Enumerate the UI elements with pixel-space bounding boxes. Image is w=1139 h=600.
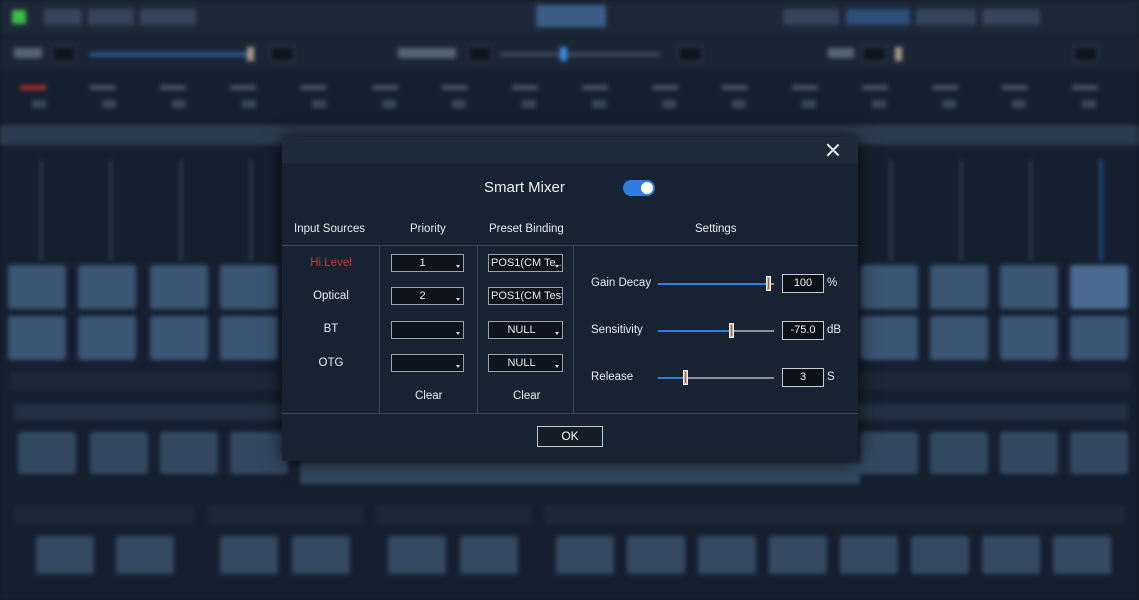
divider [573, 245, 574, 413]
chevron-down-icon [456, 365, 460, 368]
slider-thumb[interactable] [683, 370, 689, 385]
preset-select-optical[interactable]: POS1(CM Test) [488, 287, 563, 305]
divider [477, 245, 478, 413]
slider-thumb[interactable] [728, 323, 734, 338]
preset-select-bt[interactable]: NULL [488, 321, 563, 339]
preset-select-hi-level[interactable]: POS1(CM Te... [488, 254, 563, 272]
toggle-knob [641, 182, 653, 194]
smart-mixer-dialog: Smart Mixer Input Sources Priority Prese… [282, 137, 858, 461]
chevron-down-icon [456, 298, 460, 301]
close-icon[interactable] [824, 141, 842, 159]
dialog-titlebar [282, 137, 858, 163]
slider-fill [658, 377, 686, 379]
preset-value: POS1(CM Test) [491, 290, 563, 302]
release-unit: S [827, 371, 835, 383]
slider-fill [658, 283, 769, 285]
preset-value: POS1(CM Te... [491, 257, 563, 269]
column-header-preset-binding: Preset Binding [489, 223, 564, 235]
release-input[interactable]: 3 [782, 368, 824, 387]
slider-thumb[interactable] [765, 276, 771, 291]
preset-value: NULL [507, 324, 536, 336]
clear-preset-button[interactable]: Clear [513, 390, 540, 402]
background-toolbar [0, 0, 1139, 34]
chevron-down-icon [555, 365, 559, 368]
chevron-down-icon [456, 265, 460, 268]
sensitivity-unit: dB [827, 324, 842, 336]
sensitivity-slider[interactable] [658, 323, 774, 338]
source-label-hi-level: Hi.Level [310, 257, 352, 269]
divider [282, 413, 858, 414]
source-label-otg: OTG [318, 357, 344, 369]
priority-select-hi-level[interactable]: 1 [391, 254, 464, 272]
ok-button[interactable]: OK [537, 426, 603, 447]
gain-decay-unit: % [827, 277, 838, 289]
gain-decay-slider[interactable] [658, 276, 774, 291]
gain-decay-label: Gain Decay [591, 277, 652, 289]
column-header-input-sources: Input Sources [294, 223, 365, 235]
divider [282, 245, 858, 246]
release-slider[interactable] [658, 370, 774, 385]
source-label-optical: Optical [313, 290, 349, 302]
preset-value: NULL [507, 357, 536, 369]
chevron-down-icon [456, 332, 460, 335]
column-header-settings: Settings [695, 223, 737, 235]
chevron-down-icon [555, 265, 559, 268]
sensitivity-label: Sensitivity [591, 324, 643, 336]
priority-select-bt[interactable] [391, 321, 464, 339]
smart-mixer-toggle[interactable] [623, 180, 655, 196]
sensitivity-input[interactable]: -75.0 [782, 321, 824, 340]
release-label: Release [591, 371, 634, 383]
column-header-priority: Priority [410, 223, 446, 235]
preset-select-otg[interactable]: NULL [488, 354, 563, 372]
clear-priority-button[interactable]: Clear [415, 390, 442, 402]
chevron-down-icon [555, 332, 559, 335]
priority-value: 2 [419, 290, 426, 302]
gain-decay-input[interactable]: 100 [782, 274, 824, 293]
priority-value: 1 [419, 257, 426, 269]
slider-fill [658, 330, 732, 332]
priority-select-optical[interactable]: 2 [391, 287, 464, 305]
dialog-title: Smart Mixer [484, 179, 565, 196]
source-label-bt: BT [323, 323, 339, 335]
priority-select-otg[interactable] [391, 354, 464, 372]
divider [379, 245, 380, 413]
